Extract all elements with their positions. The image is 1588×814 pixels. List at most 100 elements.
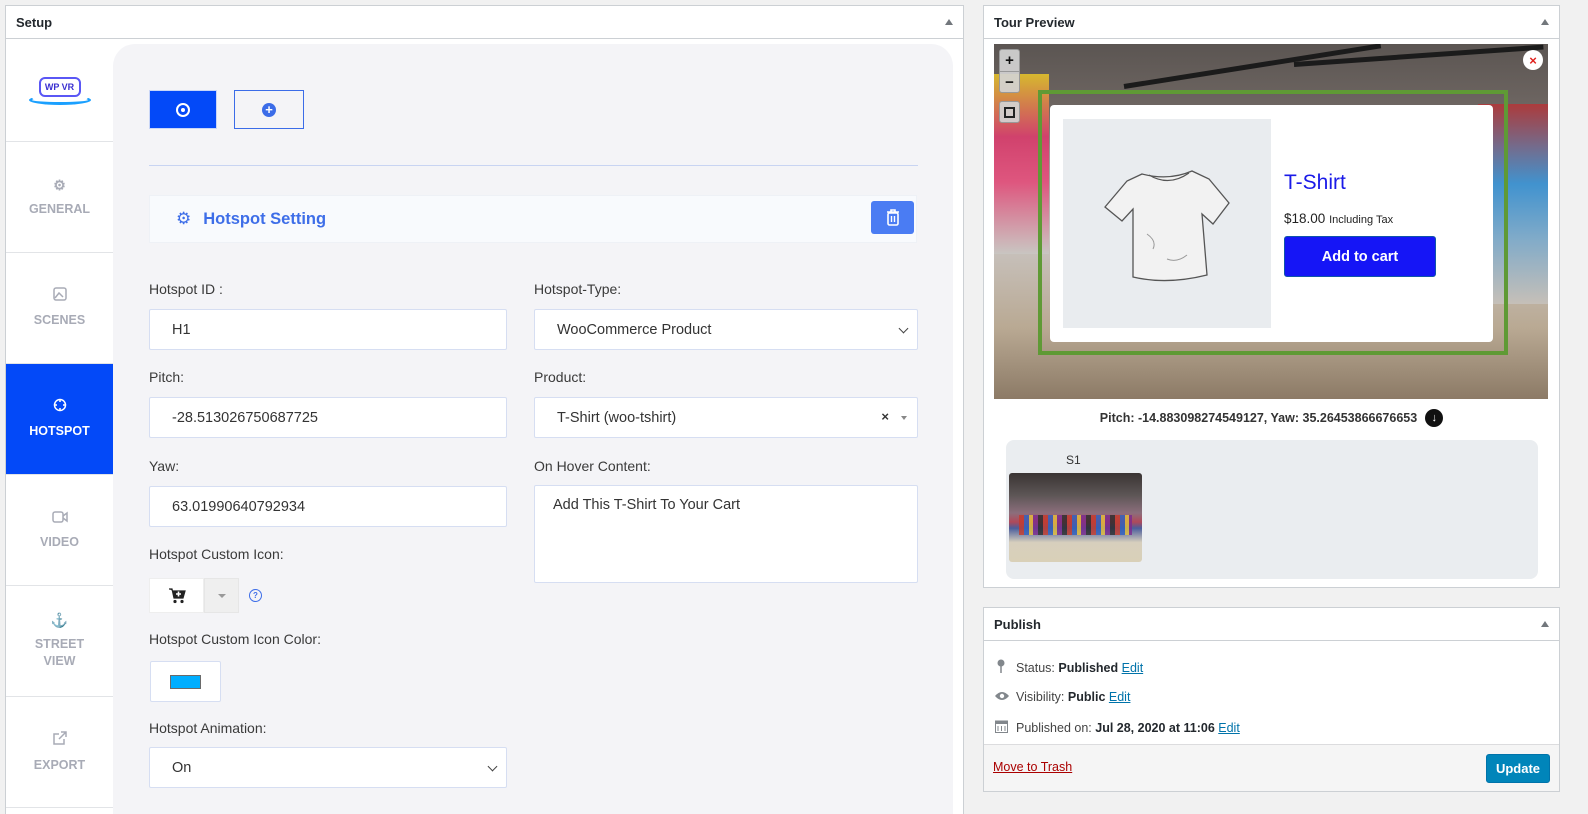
yaw-label: Yaw: (149, 458, 180, 474)
animation-value: On (172, 759, 192, 776)
pitch-label: Pitch: (149, 369, 185, 385)
product-popup: T-Shirt $18.00 Including Tax Add to cart (1050, 105, 1493, 342)
collapse-caret-icon[interactable] (1541, 621, 1549, 627)
setup-header[interactable]: Setup (6, 6, 963, 39)
tshirt-icon (1104, 169, 1230, 281)
chevron-down-icon (898, 323, 909, 334)
hotspot-type-label: Hotspot-Type: (534, 281, 622, 297)
gear-icon: ⚙ (53, 176, 66, 193)
external-link-icon (52, 730, 68, 750)
collapse-caret-icon[interactable] (945, 19, 953, 25)
add-hotspot-button[interactable]: + (234, 90, 304, 129)
product-select[interactable]: T-Shirt (woo-tshirt) × (534, 397, 918, 438)
publish-panel: Publish Status: Published Edit Visibilit… (983, 607, 1560, 792)
tab-hotspot-1[interactable] (149, 90, 217, 129)
collapse-caret-icon[interactable] (1541, 19, 1549, 25)
trash-icon (886, 209, 899, 226)
edit-visibility-link[interactable]: Edit (1109, 690, 1131, 704)
icon-picker-selected[interactable] (149, 578, 204, 613)
publish-title: Publish (994, 616, 1041, 632)
scene-gallery: S1 (1006, 440, 1538, 579)
sidebar-item-label: SCENES (33, 313, 86, 327)
pin-icon (994, 659, 1008, 676)
publish-header[interactable]: Publish (984, 608, 1559, 641)
custom-icon-label: Hotspot Custom Icon: (149, 546, 284, 562)
coordinates-text: Pitch: -14.883098274549127, Yaw: 35.2645… (1099, 411, 1418, 425)
price-suffix: Including Tax (1329, 214, 1394, 226)
scene-label: S1 (1066, 453, 1081, 467)
tour-preview-panel: Tour Preview + − × T-Shirt $18.00 Includ… (983, 5, 1560, 588)
sidebar-item-general[interactable]: ⚙ GENERAL (6, 142, 113, 253)
move-to-trash-link[interactable]: Move to Trash (993, 760, 1072, 774)
help-icon[interactable]: ? (249, 589, 262, 602)
gear-icon: ⚙ (176, 209, 192, 228)
setup-panel: Setup WP VR ⚙ GENERAL SCENES HOTSPOT VID… (5, 5, 964, 814)
pitch-input[interactable]: -28.513026750687725 (149, 397, 507, 438)
published-value: Jul 28, 2020 at 11:06 (1095, 720, 1215, 735)
animation-select[interactable]: On (149, 747, 507, 788)
anchor-icon: ⚓ (50, 612, 69, 628)
tour-preview-header[interactable]: Tour Preview (984, 6, 1559, 39)
scene-thumbnail[interactable] (1009, 473, 1142, 562)
zoom-controls: + − (999, 49, 1020, 93)
visibility-label: Visibility: (1016, 689, 1065, 704)
price-value: $18.00 (1284, 211, 1326, 226)
sidebar-item-label: EXPORT (33, 758, 86, 772)
caret-down-icon[interactable] (901, 416, 907, 420)
hotspot-setting-title: Hotspot Setting (203, 209, 327, 228)
zoom-in-button[interactable]: + (1000, 50, 1019, 71)
eye-icon (994, 689, 1009, 704)
edit-date-link[interactable]: Edit (1218, 721, 1240, 735)
zoom-out-button[interactable]: − (1000, 71, 1019, 92)
animation-label: Hotspot Animation: (149, 720, 267, 736)
logo-text: WP VR (38, 76, 81, 97)
setup-sidebar: WP VR ⚙ GENERAL SCENES HOTSPOT VIDEO ⚓ S… (6, 40, 113, 814)
product-name[interactable]: T-Shirt (1284, 171, 1346, 195)
cart-plus-icon (168, 587, 186, 603)
wpvr-logo: WP VR (6, 40, 113, 142)
status-value: Published (1058, 660, 1119, 675)
icon-picker-dropdown[interactable] (204, 578, 239, 613)
sidebar-item-video[interactable]: VIDEO (6, 475, 113, 586)
plus-circle-icon: + (262, 102, 276, 117)
delete-hotspot-button[interactable] (871, 201, 914, 234)
icon-color-picker[interactable] (150, 661, 221, 702)
divider (149, 165, 918, 166)
tour-preview-title: Tour Preview (994, 14, 1075, 30)
sidebar-item-label: STREET VIEW (34, 637, 85, 668)
hotspot-id-input[interactable]: H1 (149, 309, 507, 350)
add-to-cart-button[interactable]: Add to cart (1284, 236, 1436, 277)
arrow-down-icon[interactable]: ↓ (1425, 409, 1444, 427)
hotspot-type-select[interactable]: WooCommerce Product (534, 309, 918, 350)
custom-icon-color-label: Hotspot Custom Icon Color: (149, 631, 321, 647)
update-button[interactable]: Update (1486, 754, 1550, 783)
visibility-value: Public (1067, 689, 1106, 704)
close-popup-button[interactable]: × (1523, 50, 1543, 70)
product-value: T-Shirt (woo-tshirt) (557, 409, 677, 426)
fullscreen-button[interactable] (999, 101, 1020, 123)
icon-picker[interactable] (149, 578, 239, 613)
color-swatch (170, 674, 201, 689)
edit-status-link[interactable]: Edit (1122, 661, 1144, 675)
sidebar-item-export[interactable]: EXPORT (6, 697, 113, 808)
setup-title: Setup (16, 14, 53, 30)
chevron-down-icon (487, 761, 498, 772)
target-icon (176, 102, 190, 117)
yaw-input[interactable]: 63.01990640792934 (149, 486, 507, 527)
product-price: $18.00 Including Tax (1284, 211, 1393, 226)
sidebar-item-hotspot[interactable]: HOTSPOT (6, 364, 113, 475)
panorama-viewer[interactable]: + − × T-Shirt $18.00 Including Tax Add t… (994, 44, 1548, 399)
sidebar-item-label: HOTSPOT (29, 424, 90, 438)
hover-content-textarea[interactable] (534, 485, 918, 583)
sidebar-item-street-view[interactable]: ⚓ STREET VIEW (6, 586, 113, 697)
crosshair-icon (53, 398, 67, 416)
sidebar-item-scenes[interactable]: SCENES (6, 253, 113, 364)
image-icon (52, 287, 67, 305)
clear-product-icon[interactable]: × (881, 409, 889, 424)
visibility-row: Visibility: Public Edit (994, 689, 1130, 704)
product-image (1063, 119, 1271, 328)
calendar-icon (994, 719, 1008, 736)
status-row: Status: Published Edit (994, 659, 1143, 676)
published-on-row: Published on: Jul 28, 2020 at 11:06 Edit (994, 719, 1240, 736)
published-label: Published on: (1016, 720, 1092, 735)
